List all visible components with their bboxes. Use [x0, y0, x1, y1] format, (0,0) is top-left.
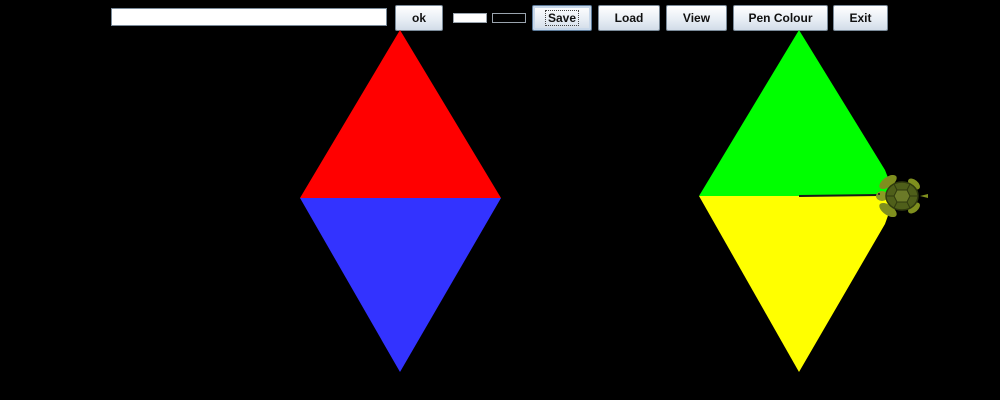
right-diamond-top-triangle: [699, 30, 895, 196]
pen-trail-line: [798, 194, 881, 197]
right-diamond-bottom-triangle: [699, 196, 895, 372]
turtle-icon[interactable]: [876, 172, 928, 220]
left-diamond-bottom-triangle: [300, 198, 501, 372]
drawing-canvas: [300, 30, 928, 372]
left-diamond-top-triangle: [300, 30, 501, 198]
